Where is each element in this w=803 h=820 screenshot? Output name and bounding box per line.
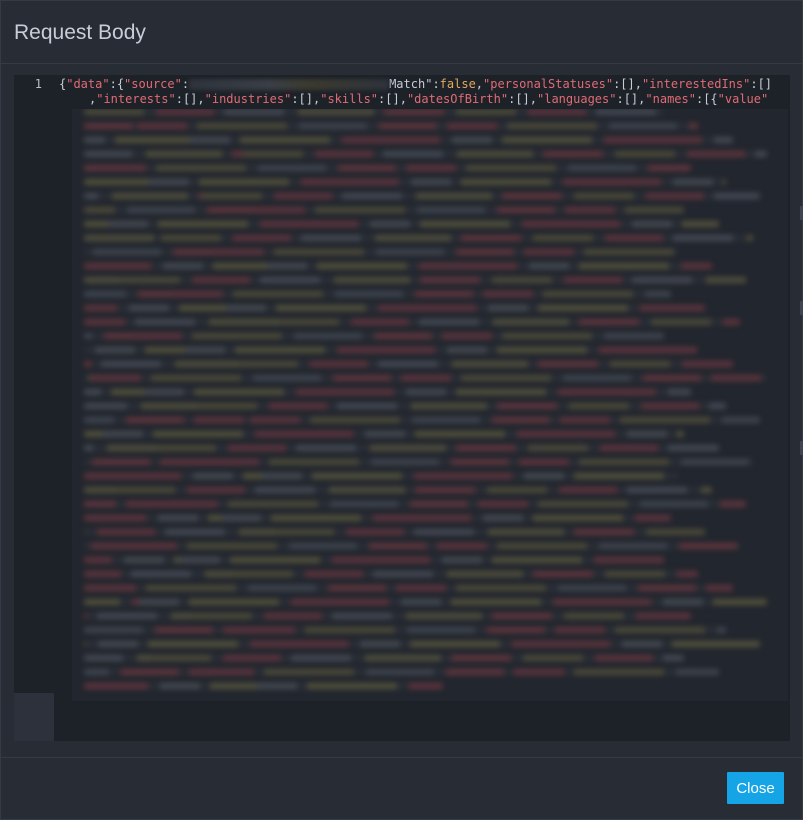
gutter-footer bbox=[14, 693, 54, 741]
blurred-line bbox=[84, 305, 705, 311]
close-button[interactable]: Close bbox=[727, 772, 784, 804]
blurred-line bbox=[84, 109, 664, 115]
blurred-line bbox=[84, 683, 443, 689]
blurred-line bbox=[84, 655, 685, 661]
line-number: 1 bbox=[34, 77, 42, 91]
blurred-line bbox=[84, 193, 761, 199]
blurred-line bbox=[84, 333, 664, 339]
code-editor[interactable]: 1 {"data":{"source": Match":false,"person… bbox=[14, 75, 790, 741]
blurred-line bbox=[84, 613, 692, 619]
blurred-line bbox=[84, 501, 747, 507]
blurred-line bbox=[84, 221, 719, 227]
blurred-line bbox=[84, 459, 754, 465]
blurred-line bbox=[84, 151, 768, 157]
blurred-json bbox=[84, 109, 774, 701]
redacted-code-block bbox=[72, 109, 788, 701]
blurred-line bbox=[84, 669, 719, 675]
blurred-line bbox=[84, 277, 747, 283]
blurred-line bbox=[84, 347, 699, 353]
blurred-line bbox=[84, 571, 699, 577]
blurred-line bbox=[84, 431, 685, 437]
blurred-line bbox=[84, 515, 671, 521]
blurred-line bbox=[84, 473, 678, 479]
blurred-line bbox=[84, 641, 761, 647]
blurred-line bbox=[84, 319, 740, 325]
blurred-line bbox=[84, 627, 726, 633]
blurred-line bbox=[84, 137, 733, 143]
redacted-value bbox=[189, 79, 390, 90]
blurred-line bbox=[84, 375, 768, 381]
blurred-line bbox=[84, 529, 705, 535]
blurred-line bbox=[84, 235, 754, 241]
code-content[interactable]: {"data":{"source": Match":false,"personal… bbox=[59, 77, 787, 107]
request-body-modal: Request Body 1 {"data":{"source": Match":… bbox=[0, 0, 803, 820]
code-line-1: {"data":{"source": Match":false,"personal… bbox=[59, 77, 773, 91]
blurred-line bbox=[84, 543, 740, 549]
blurred-line bbox=[84, 263, 712, 269]
blurred-line bbox=[84, 389, 692, 395]
blurred-line bbox=[84, 207, 685, 213]
modal-footer: Close bbox=[1, 757, 802, 819]
blurred-line bbox=[84, 445, 719, 451]
blurred-line bbox=[84, 599, 768, 605]
blurred-line bbox=[84, 165, 692, 171]
blurred-line bbox=[84, 417, 761, 423]
blurred-line bbox=[84, 361, 733, 367]
line-gutter: 1 bbox=[14, 75, 56, 693]
blurred-line bbox=[84, 403, 726, 409]
modal-title: Request Body bbox=[14, 21, 146, 44]
code-line-1-wrap: ,"interests":[],"industries":[],"skills"… bbox=[89, 92, 769, 106]
modal-header: Request Body bbox=[1, 1, 802, 64]
blurred-line bbox=[84, 249, 678, 255]
blurred-line bbox=[84, 179, 726, 185]
blurred-line bbox=[84, 123, 699, 129]
blurred-line bbox=[84, 585, 733, 591]
blurred-line bbox=[84, 557, 664, 563]
blurred-line bbox=[84, 291, 671, 297]
blurred-line bbox=[84, 487, 712, 493]
